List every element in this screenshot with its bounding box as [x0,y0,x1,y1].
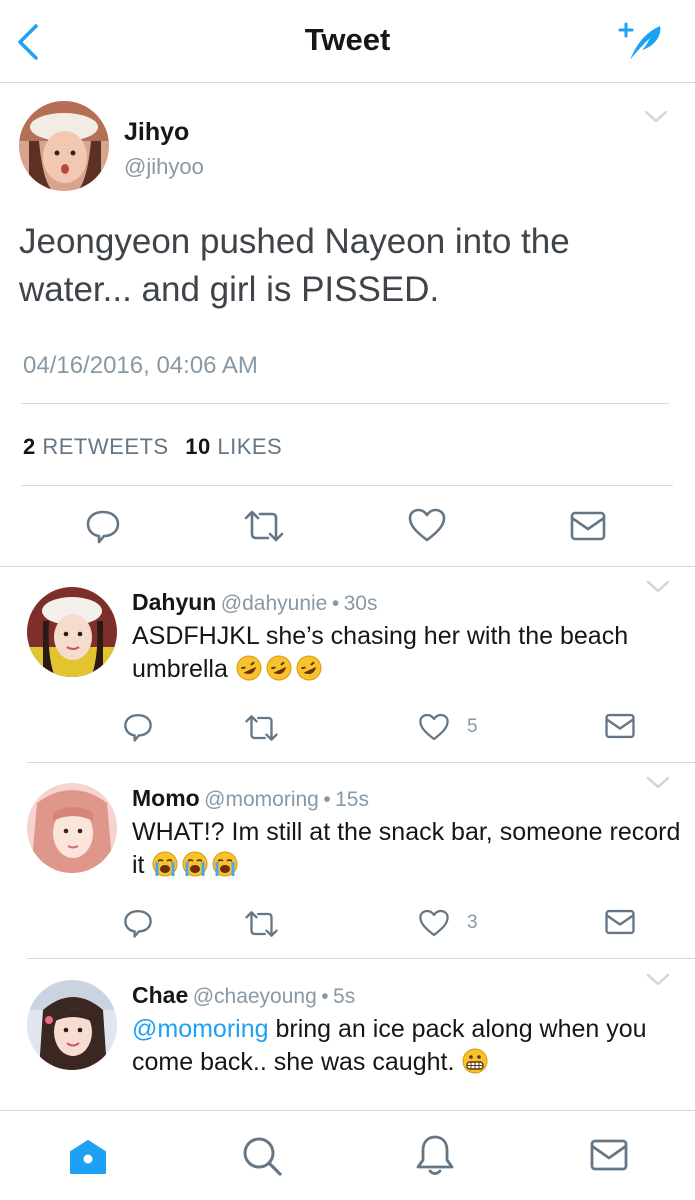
divider [21,403,669,404]
reply-text: @momoring bring an ice pack along when y… [132,1013,692,1079]
reply-header: Dahyun @dahyunie • 30s [132,589,377,616]
compose-tweet-icon[interactable] [612,20,670,64]
divider [21,485,673,486]
retweet-icon[interactable] [243,909,280,939]
grimacing-emoji-icon [462,1048,488,1074]
author-handle[interactable]: @jihyoo [124,154,204,180]
avatar[interactable] [27,587,117,677]
avatar[interactable] [27,980,117,1070]
reply-text: ASDFHJKL she’s chasing her with the beac… [132,620,692,686]
loudly-crying-emoji-icon [212,851,238,877]
tab-bar-divider [0,1110,695,1111]
mention-link[interactable]: @momoring [132,1015,269,1043]
reply-time: 15s [335,788,369,811]
direct-message-icon[interactable] [604,908,636,936]
like-heart-icon[interactable] [418,908,450,938]
separator-dot: • [321,985,329,1008]
reply-author-handle[interactable]: @momoring [204,788,319,811]
separator-dot: • [331,592,340,615]
loudly-crying-emoji-icon [152,851,178,877]
like-heart-icon[interactable] [418,712,450,742]
reply-text-body: ASDFHJKL she’s chasing her with the beac… [132,622,629,683]
avatar[interactable] [27,783,117,873]
divider [27,958,695,959]
retweets-count[interactable]: 2 [23,434,36,459]
rofl-emoji-icon [266,655,292,681]
divider [27,762,695,763]
rofl-emoji-icon [296,655,322,681]
header-divider [0,82,695,83]
reply-options-chevron-icon[interactable] [645,775,671,791]
reply-icon[interactable] [122,711,154,743]
direct-message-icon[interactable] [569,510,607,542]
likes-count[interactable]: 10 [185,434,210,459]
tweet-timestamp: 04/16/2016, 04:06 AM [23,352,258,379]
reply-options-chevron-icon[interactable] [645,579,671,595]
reply-icon[interactable] [122,907,154,939]
likes-label[interactable]: LIKES [217,434,282,459]
reply-author-handle[interactable]: @dahyunie [221,592,328,615]
search-icon[interactable] [240,1134,284,1178]
loudly-crying-emoji-icon [182,851,208,877]
divider [0,566,695,567]
rofl-emoji-group [235,655,325,683]
author-name[interactable]: Jihyo [124,118,189,147]
reply-header: Chae @chaeyoung • 5s [132,982,355,1009]
reply-time: 30s [343,592,378,615]
reply-time: 5s [333,985,356,1008]
reply-text: WHAT!? Im still at the snack bar, someon… [132,816,692,882]
tweet-text: Jeongyeon pushed Nayeon into the water..… [19,222,570,309]
avatar[interactable] [19,101,109,191]
retweets-label[interactable]: RETWEETS [42,434,168,459]
notifications-icon[interactable] [414,1133,456,1177]
retweet-icon[interactable] [243,713,280,743]
separator-dot: • [323,788,331,811]
reply-author-name[interactable]: Dahyun [132,589,216,615]
direct-message-icon[interactable] [604,712,636,740]
reply-author-name[interactable]: Chae [132,982,188,1008]
crying-emoji-group [151,851,241,879]
reply-options-chevron-icon[interactable] [645,972,671,988]
tweet-options-chevron-icon[interactable] [643,109,669,125]
rofl-emoji-icon [236,655,262,681]
reply-header: Momo @momoring • 15s [132,785,369,812]
like-heart-icon[interactable] [407,507,447,543]
reply-author-handle[interactable]: @chaeyoung [193,985,317,1008]
home-icon[interactable] [67,1138,109,1176]
like-count[interactable]: 5 [467,716,478,738]
like-count[interactable]: 3 [467,912,478,934]
retweet-icon[interactable] [242,508,286,544]
messages-icon[interactable] [589,1138,629,1172]
reply-icon[interactable] [84,507,122,545]
reply-author-name[interactable]: Momo [132,785,200,811]
page-title: Tweet [304,22,391,57]
tweet-stats: 2 RETWEETS 10 LIKES [23,434,282,460]
